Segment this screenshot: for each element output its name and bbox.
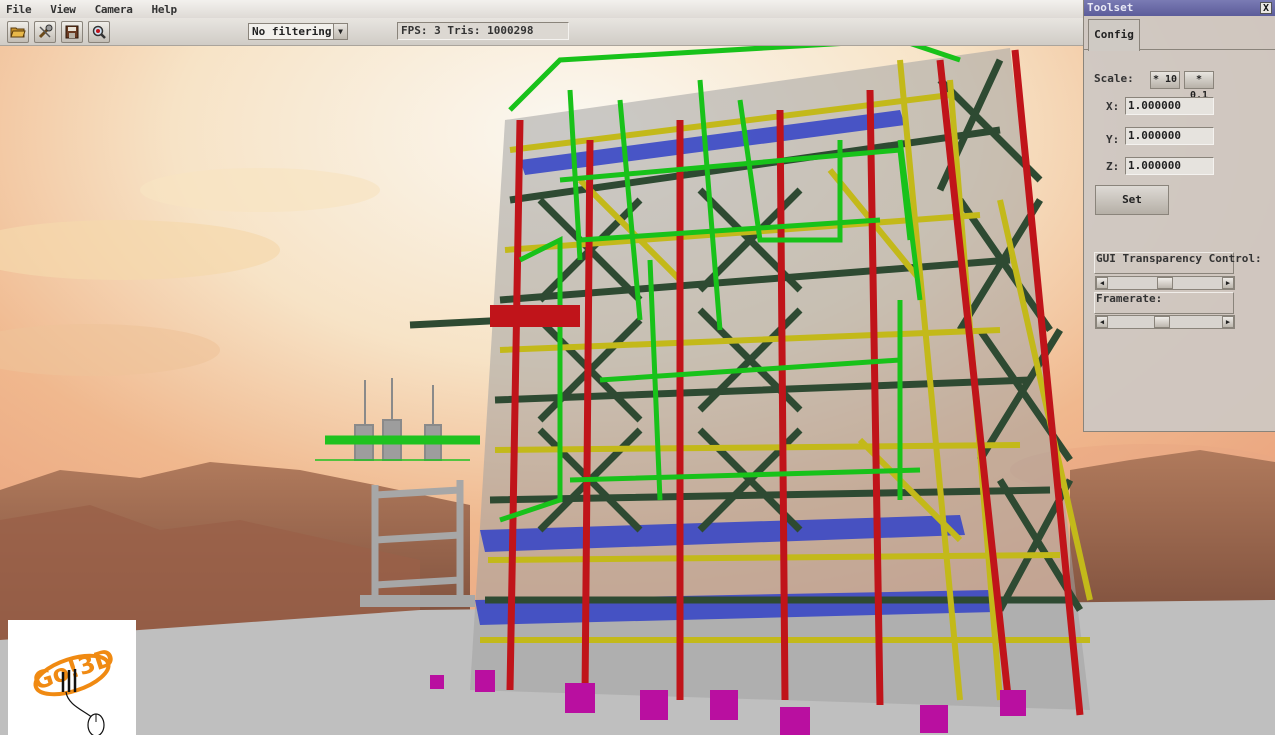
toolset-tabbar: Config: [1084, 16, 1275, 51]
tab-config[interactable]: Config: [1088, 19, 1140, 51]
scale-times-10-button[interactable]: * 10: [1150, 71, 1180, 89]
open-folder-icon: [10, 27, 26, 38]
open-button[interactable]: [7, 21, 29, 43]
x-label: X:: [1106, 100, 1120, 113]
menu-camera[interactable]: Camera: [95, 3, 133, 16]
scroll-left-icon[interactable]: ◀: [1096, 316, 1108, 328]
scroll-right-icon[interactable]: ▶: [1222, 316, 1234, 328]
x-scale-field[interactable]: 1.000000: [1125, 97, 1214, 115]
save-disk-icon: [65, 25, 79, 39]
tools-icon: [38, 24, 53, 39]
set-button[interactable]: Set: [1095, 185, 1169, 215]
menu-bar: File View Camera Help: [0, 0, 1083, 18]
framerate-label: Framerate:: [1096, 292, 1163, 305]
scale-label: Scale:: [1094, 72, 1134, 85]
inspect-button[interactable]: [88, 21, 110, 43]
framerate-slider-thumb[interactable]: [1154, 316, 1170, 328]
transparency-slider[interactable]: ◀ ▶: [1095, 276, 1235, 290]
y-label: Y:: [1106, 133, 1120, 146]
transparency-label: GUI Transparency Control:: [1096, 252, 1262, 265]
toolset-title: Toolset: [1087, 1, 1134, 14]
toolset-titlebar[interactable]: Toolset X: [1084, 0, 1275, 16]
z-scale-field[interactable]: 1.000000: [1125, 157, 1214, 175]
z-label: Z:: [1106, 160, 1120, 173]
filter-dropdown[interactable]: No filtering ▼: [248, 23, 348, 40]
save-button[interactable]: [61, 21, 83, 43]
scroll-right-icon[interactable]: ▶: [1222, 277, 1234, 289]
menu-file[interactable]: File: [6, 3, 32, 16]
tools-button[interactable]: [34, 21, 56, 43]
scroll-left-icon[interactable]: ◀: [1096, 277, 1108, 289]
transparency-slider-thumb[interactable]: [1157, 277, 1173, 289]
filter-value: No filtering: [252, 25, 332, 38]
menu-help[interactable]: Help: [152, 3, 178, 16]
menu-view[interactable]: View: [50, 3, 76, 16]
y-scale-field[interactable]: 1.000000: [1125, 127, 1214, 145]
chevron-down-icon[interactable]: ▼: [333, 24, 347, 39]
toolset-panel: Toolset X Config: [1083, 0, 1275, 432]
go3d-logo-graphic: Go!3D: [30, 643, 118, 735]
fps-readout: FPS: 3 Tris: 1000298: [397, 22, 569, 40]
close-icon[interactable]: X: [1260, 2, 1272, 14]
framerate-slider[interactable]: ◀ ▶: [1095, 315, 1235, 329]
inspect-icon: [92, 25, 106, 39]
go3d-logo: Go!3D: [8, 620, 136, 735]
scale-times-0-1-button[interactable]: * 0.1: [1184, 71, 1214, 101]
toolbar: No filtering ▼ FPS: 3 Tris: 1000298: [0, 18, 1083, 46]
